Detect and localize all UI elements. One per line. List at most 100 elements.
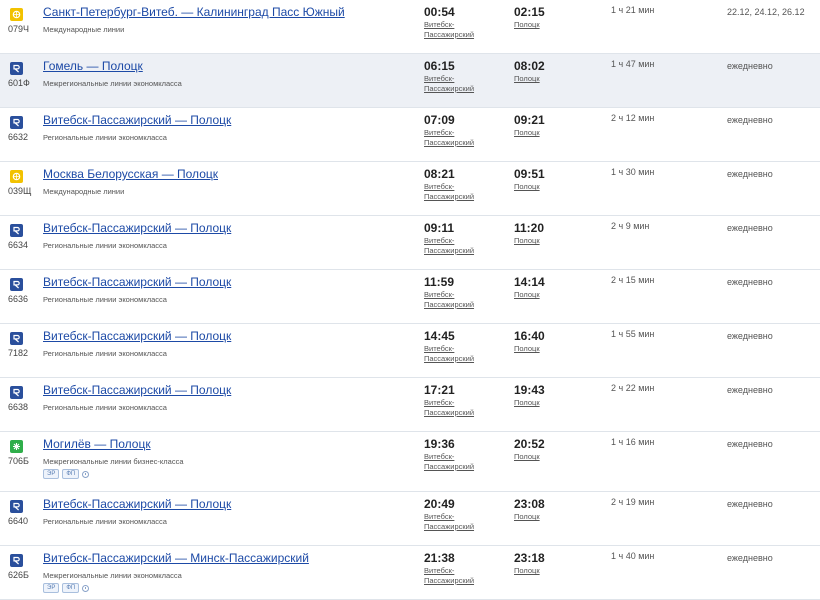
departure-station-link[interactable]: Витебск-Пассажирский (424, 398, 486, 417)
arrival-station-link[interactable]: Полоцк (514, 398, 540, 407)
service-badge[interactable]: ЭР (43, 583, 60, 593)
running-days: ежедневно (727, 169, 773, 179)
train-row: 706Б Могилёв — Полоцк Межрегиональные лини… (0, 432, 820, 492)
route-link[interactable]: Гомель — Полоцк (43, 59, 143, 73)
running-days: ежедневно (727, 223, 773, 233)
departure-time: 19:36 (424, 437, 455, 451)
departure-station-link[interactable]: Витебск-Пассажирский (424, 452, 486, 471)
route-link[interactable]: Витебск-Пассажирский — Полоцк (43, 275, 231, 289)
route-link[interactable]: Витебск-Пассажирский — Полоцк (43, 383, 231, 397)
regional-train-icon (10, 278, 23, 291)
route-link[interactable]: Санкт-Петербург-Витеб. — Калининград Пас… (43, 5, 345, 19)
departure-station-link[interactable]: Витебск-Пассажирский (424, 290, 486, 309)
train-number: 6638 (8, 402, 29, 412)
regional-train-icon (10, 386, 23, 399)
departure-station-link[interactable]: Витебск-Пассажирский (424, 128, 486, 147)
service-badges: ЭР ФП (43, 583, 90, 593)
arrival-time: 23:18 (514, 551, 545, 565)
train-row: 601Ф Гомель — Полоцк Межрегиональные линии… (0, 54, 820, 108)
train-row: 039Щ Москва Белорусская — Полоцк Междунаро… (0, 162, 820, 216)
arrival-time: 02:15 (514, 5, 545, 19)
train-row: 6634 Витебск-Пассажирский — Полоцк Региона… (0, 216, 820, 270)
departure-station-link[interactable]: Витебск-Пассажирский (424, 20, 486, 39)
arrival-station-link[interactable]: Полоцк (514, 74, 540, 83)
train-row: 6632 Витебск-Пассажирский — Полоцк Региона… (0, 108, 820, 162)
departure-station-link[interactable]: Витебск-Пассажирский (424, 236, 486, 255)
travel-duration: 1 ч 21 мин (611, 5, 655, 15)
international-train-icon (10, 170, 23, 183)
departure-time: 11:59 (424, 275, 455, 289)
travel-duration: 1 ч 55 мин (611, 329, 655, 339)
arrival-time: 23:08 (514, 497, 545, 511)
arrival-time: 09:51 (514, 167, 545, 181)
arrival-station-link[interactable]: Полоцк (514, 20, 540, 29)
arrival-time: 20:52 (514, 437, 545, 451)
train-type: Региональные линии экономкласса (43, 295, 167, 304)
arrival-station-link[interactable]: Полоцк (514, 512, 540, 521)
departure-station-link[interactable]: Витебск-Пассажирский (424, 74, 486, 93)
route-link[interactable]: Витебск-Пассажирский — Полоцк (43, 113, 231, 127)
service-badge[interactable]: ФП (62, 583, 80, 593)
travel-duration: 2 ч 22 мин (611, 383, 655, 393)
train-number: 601Ф (8, 78, 30, 88)
train-type: Региональные линии экономкласса (43, 241, 167, 250)
train-number: 6640 (8, 516, 29, 526)
regional-train-icon (10, 224, 23, 237)
train-number: 6634 (8, 240, 29, 250)
travel-duration: 1 ч 30 мин (611, 167, 655, 177)
departure-time: 17:21 (424, 383, 455, 397)
departure-time: 06:15 (424, 59, 455, 73)
departure-station-link[interactable]: Витебск-Пассажирский (424, 344, 486, 363)
running-days: ежедневно (727, 385, 773, 395)
regional-train-icon (10, 332, 23, 345)
running-days: ежедневно (727, 553, 773, 563)
arrival-station-link[interactable]: Полоцк (514, 452, 540, 461)
arrival-station-link[interactable]: Полоцк (514, 182, 540, 191)
departure-station-link[interactable]: Витебск-Пассажирский (424, 182, 486, 201)
train-type: Межрегиональные линии экономкласса (43, 79, 182, 88)
departure-time: 09:11 (424, 221, 455, 235)
departure-station-link[interactable]: Витебск-Пассажирский (424, 512, 486, 531)
route-link[interactable]: Витебск-Пассажирский — Минск-Пассажирски… (43, 551, 309, 565)
interregional-train-icon (10, 554, 23, 567)
train-number: 7182 (8, 348, 29, 358)
route-link[interactable]: Могилёв — Полоцк (43, 437, 151, 451)
train-row: 079Ч Санкт-Петербург-Витеб. — Калининград… (0, 0, 820, 54)
train-number: 626Б (8, 570, 29, 580)
train-row: 626Б Витебск-Пассажирский — Минск-Пассажи… (0, 546, 820, 600)
train-number: 6632 (8, 132, 29, 142)
arrival-time: 14:14 (514, 275, 545, 289)
arrival-time: 08:02 (514, 59, 545, 73)
arrival-station-link[interactable]: Полоцк (514, 290, 540, 299)
train-number: 079Ч (8, 24, 30, 34)
train-type: Международные линии (43, 187, 125, 196)
train-type: Межрегиональные линии бизнес-класса (43, 457, 184, 466)
train-row: 7182 Витебск-Пассажирский — Полоцк Региона… (0, 324, 820, 378)
arrival-station-link[interactable]: Полоцк (514, 128, 540, 137)
running-days: ежедневно (727, 277, 773, 287)
business-train-icon (10, 440, 23, 453)
arrival-station-link[interactable]: Полоцк (514, 344, 540, 353)
route-link[interactable]: Витебск-Пассажирский — Полоцк (43, 497, 231, 511)
train-type: Региональные линии экономкласса (43, 403, 167, 412)
service-badge[interactable]: ФП (62, 469, 80, 479)
train-number: 706Б (8, 456, 29, 466)
route-link[interactable]: Витебск-Пассажирский — Полоцк (43, 329, 231, 343)
train-schedule-list: 079Ч Санкт-Петербург-Витеб. — Калининград… (0, 0, 820, 600)
running-days: ежедневно (727, 331, 773, 341)
route-link[interactable]: Москва Белорусская — Полоцк (43, 167, 218, 181)
running-days: ежедневно (727, 439, 773, 449)
clock-icon[interactable] (82, 470, 90, 478)
running-days: 22.12, 24.12, 26.12 (727, 7, 805, 17)
route-link[interactable]: Витебск-Пассажирский — Полоцк (43, 221, 231, 235)
arrival-station-link[interactable]: Полоцк (514, 236, 540, 245)
running-days: ежедневно (727, 115, 773, 125)
travel-duration: 1 ч 40 мин (611, 551, 655, 561)
arrival-time: 11:20 (514, 221, 545, 235)
service-badge[interactable]: ЭР (43, 469, 60, 479)
arrival-station-link[interactable]: Полоцк (514, 566, 540, 575)
arrival-time: 19:43 (514, 383, 545, 397)
arrival-time: 16:40 (514, 329, 545, 343)
international-train-icon (10, 8, 23, 21)
departure-station-link[interactable]: Витебск-Пассажирский (424, 566, 486, 585)
